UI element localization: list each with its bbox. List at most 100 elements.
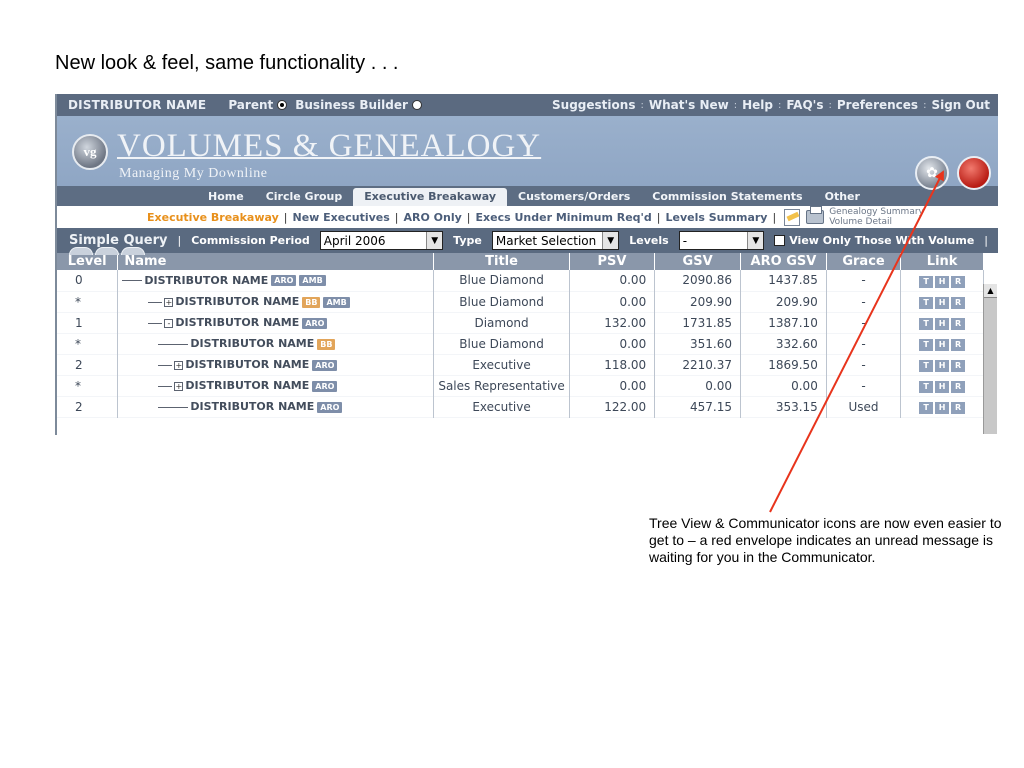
col-psv[interactable]: PSV <box>569 253 656 270</box>
link-h-button[interactable]: H <box>935 297 950 309</box>
link-r-button[interactable]: R <box>951 360 966 372</box>
link-r-button[interactable]: R <box>951 297 966 309</box>
tab-executive-breakaway[interactable]: Executive Breakaway <box>353 188 508 206</box>
col-level[interactable]: Level <box>57 253 119 270</box>
table-row[interactable]: 2 + DISTRIBUTOR NAME ARO Executive 118.00 2210… <box>57 354 984 375</box>
table-header-row: Level Name Title PSV GSV ARO GSV Grace L… <box>57 253 984 270</box>
type-value: Market Selection <box>495 233 597 248</box>
annotation-text: Tree View & Communicator icons are now e… <box>649 515 1002 565</box>
levels-select[interactable]: - ▼ <box>678 231 765 250</box>
view-only-checkbox[interactable] <box>774 235 786 246</box>
table-row[interactable]: * DISTRIBUTOR NAME BB Blue Diamond 0.00 351.6… <box>57 333 984 354</box>
link-t-button[interactable]: T <box>919 339 934 351</box>
tab-other[interactable]: Other <box>814 188 871 206</box>
col-grace[interactable]: Grace <box>826 253 902 270</box>
link-r-button[interactable]: R <box>951 339 966 351</box>
link-preferences[interactable]: Preferences <box>837 98 918 112</box>
tree-connector <box>148 301 163 303</box>
commission-period-select[interactable]: April 2006 ▼ <box>319 231 444 250</box>
table-row[interactable]: * + DISTRIBUTOR NAME BB AMB Blue Diamond 0.00 2… <box>57 291 984 312</box>
distributor-link[interactable]: DISTRIBUTOR NAME <box>185 358 309 371</box>
distributor-link[interactable]: DISTRIBUTOR NAME <box>175 316 299 329</box>
tree-view-icon[interactable]: ✿ <box>915 156 949 190</box>
link-t-button[interactable]: T <box>919 297 934 309</box>
simple-query-label[interactable]: Simple Query <box>69 233 167 248</box>
link-t-button[interactable]: T <box>919 402 934 414</box>
cell-grace: Used <box>826 396 902 417</box>
table-row[interactable]: 2 DISTRIBUTOR NAME ARO Executive 122.00 457.1… <box>57 396 984 417</box>
link-r-button[interactable]: R <box>951 381 966 393</box>
distributor-link[interactable]: DISTRIBUTOR NAME <box>144 274 268 287</box>
col-title[interactable]: Title <box>433 253 570 270</box>
subnav-executive-breakaway[interactable]: Executive Breakaway <box>147 211 279 224</box>
distributor-link[interactable]: DISTRIBUTOR NAME <box>175 295 299 308</box>
expand-icon[interactable]: + <box>174 360 184 370</box>
table-row[interactable]: 1- DISTRIBUTOR NAME ARO Diamond 132.00 1731.8… <box>57 312 984 333</box>
envelope-tab[interactable] <box>121 247 145 255</box>
collapse-icon[interactable]: - <box>164 318 174 328</box>
link-suggestions[interactable]: Suggestions <box>552 98 635 112</box>
link-help[interactable]: Help <box>742 98 773 112</box>
scroll-up-icon[interactable]: ▲ <box>984 284 997 298</box>
link-r-button[interactable]: R <box>951 402 966 414</box>
envelope-tab[interactable] <box>69 247 93 255</box>
distributor-link[interactable]: DISTRIBUTOR NAME <box>190 337 314 350</box>
table-row[interactable]: 0 DISTRIBUTOR NAME ARO AMB Blue Diamond 0.00 2… <box>57 270 984 291</box>
link-t-button[interactable]: T <box>919 275 934 288</box>
communicator-icon[interactable] <box>957 156 991 190</box>
expand-icon[interactable]: + <box>164 297 174 307</box>
link-h-button[interactable]: H <box>935 402 950 414</box>
distributor-link[interactable]: DISTRIBUTOR NAME <box>190 400 314 413</box>
top-bar: DISTRIBUTOR NAME Parent Business Builder… <box>57 94 998 116</box>
vertical-scrollbar[interactable]: ▲ <box>983 284 997 434</box>
link-whats-new[interactable]: What's New <box>649 98 729 112</box>
link-faqs[interactable]: FAQ's <box>786 98 823 112</box>
link-r-button[interactable]: R <box>951 275 966 288</box>
type-select[interactable]: Market Selection ▼ <box>491 231 620 250</box>
cell-title: Blue Diamond <box>433 333 570 354</box>
envelope-tabs <box>69 247 145 255</box>
link-t-button[interactable]: T <box>919 360 934 372</box>
link-volume-detail[interactable]: Volume Detail <box>829 217 892 227</box>
edit-document-icon[interactable] <box>784 208 801 226</box>
radio-parent[interactable] <box>277 100 288 110</box>
cell-psv: 118.00 <box>569 354 656 375</box>
distributor-link[interactable]: DISTRIBUTOR NAME <box>185 379 309 392</box>
cell-aro-gsv: 353.15 <box>740 396 827 417</box>
col-name[interactable]: Name <box>117 253 435 270</box>
col-gsv[interactable]: GSV <box>654 253 742 270</box>
printer-icon[interactable] <box>806 206 825 224</box>
tab-home[interactable]: Home <box>197 188 255 206</box>
col-link[interactable]: Link <box>900 253 984 270</box>
genealogy-table: Level Name Title PSV GSV ARO GSV Grace L… <box>57 253 984 418</box>
tab-circle-group[interactable]: Circle Group <box>255 188 354 206</box>
link-h-button[interactable]: H <box>935 339 950 351</box>
tab-commission-statements[interactable]: Commission Statements <box>641 188 813 206</box>
tab-customers-orders[interactable]: Customers/Orders <box>507 188 641 206</box>
divider: | <box>283 210 288 224</box>
expand-icon[interactable]: + <box>174 381 184 391</box>
link-h-button[interactable]: H <box>935 275 950 288</box>
subnav-levels-summary[interactable]: Levels Summary <box>666 211 768 224</box>
link-sign-out[interactable]: Sign Out <box>931 98 990 112</box>
subnav-new-executives[interactable]: New Executives <box>292 211 389 224</box>
radio-parent-label: Parent <box>228 98 274 112</box>
radio-business-builder[interactable] <box>411 100 422 110</box>
link-h-button[interactable]: H <box>935 318 950 330</box>
subnav-aro-only[interactable]: ARO Only <box>404 211 462 224</box>
link-h-button[interactable]: H <box>935 381 950 393</box>
col-aro-gsv[interactable]: ARO GSV <box>740 253 827 270</box>
link-h-button[interactable]: H <box>935 360 950 372</box>
link-genealogy-summary[interactable]: Genealogy Summary <box>829 207 924 217</box>
table-row[interactable]: * + DISTRIBUTOR NAME ARO Sales Representativ… <box>57 375 984 396</box>
subnav-execs-under-minimum[interactable]: Execs Under Minimum Req'd <box>476 211 652 224</box>
link-r-button[interactable]: R <box>951 318 966 330</box>
envelope-tab[interactable] <box>95 247 119 255</box>
cell-aro-gsv: 1387.10 <box>740 312 827 333</box>
cell-psv: 0.00 <box>569 333 656 354</box>
link-t-button[interactable]: T <box>919 381 934 393</box>
tree-connector <box>158 343 189 345</box>
link-t-button[interactable]: T <box>919 318 934 330</box>
cell-gsv: 351.60 <box>654 333 742 354</box>
cell-link: THR <box>900 333 984 354</box>
